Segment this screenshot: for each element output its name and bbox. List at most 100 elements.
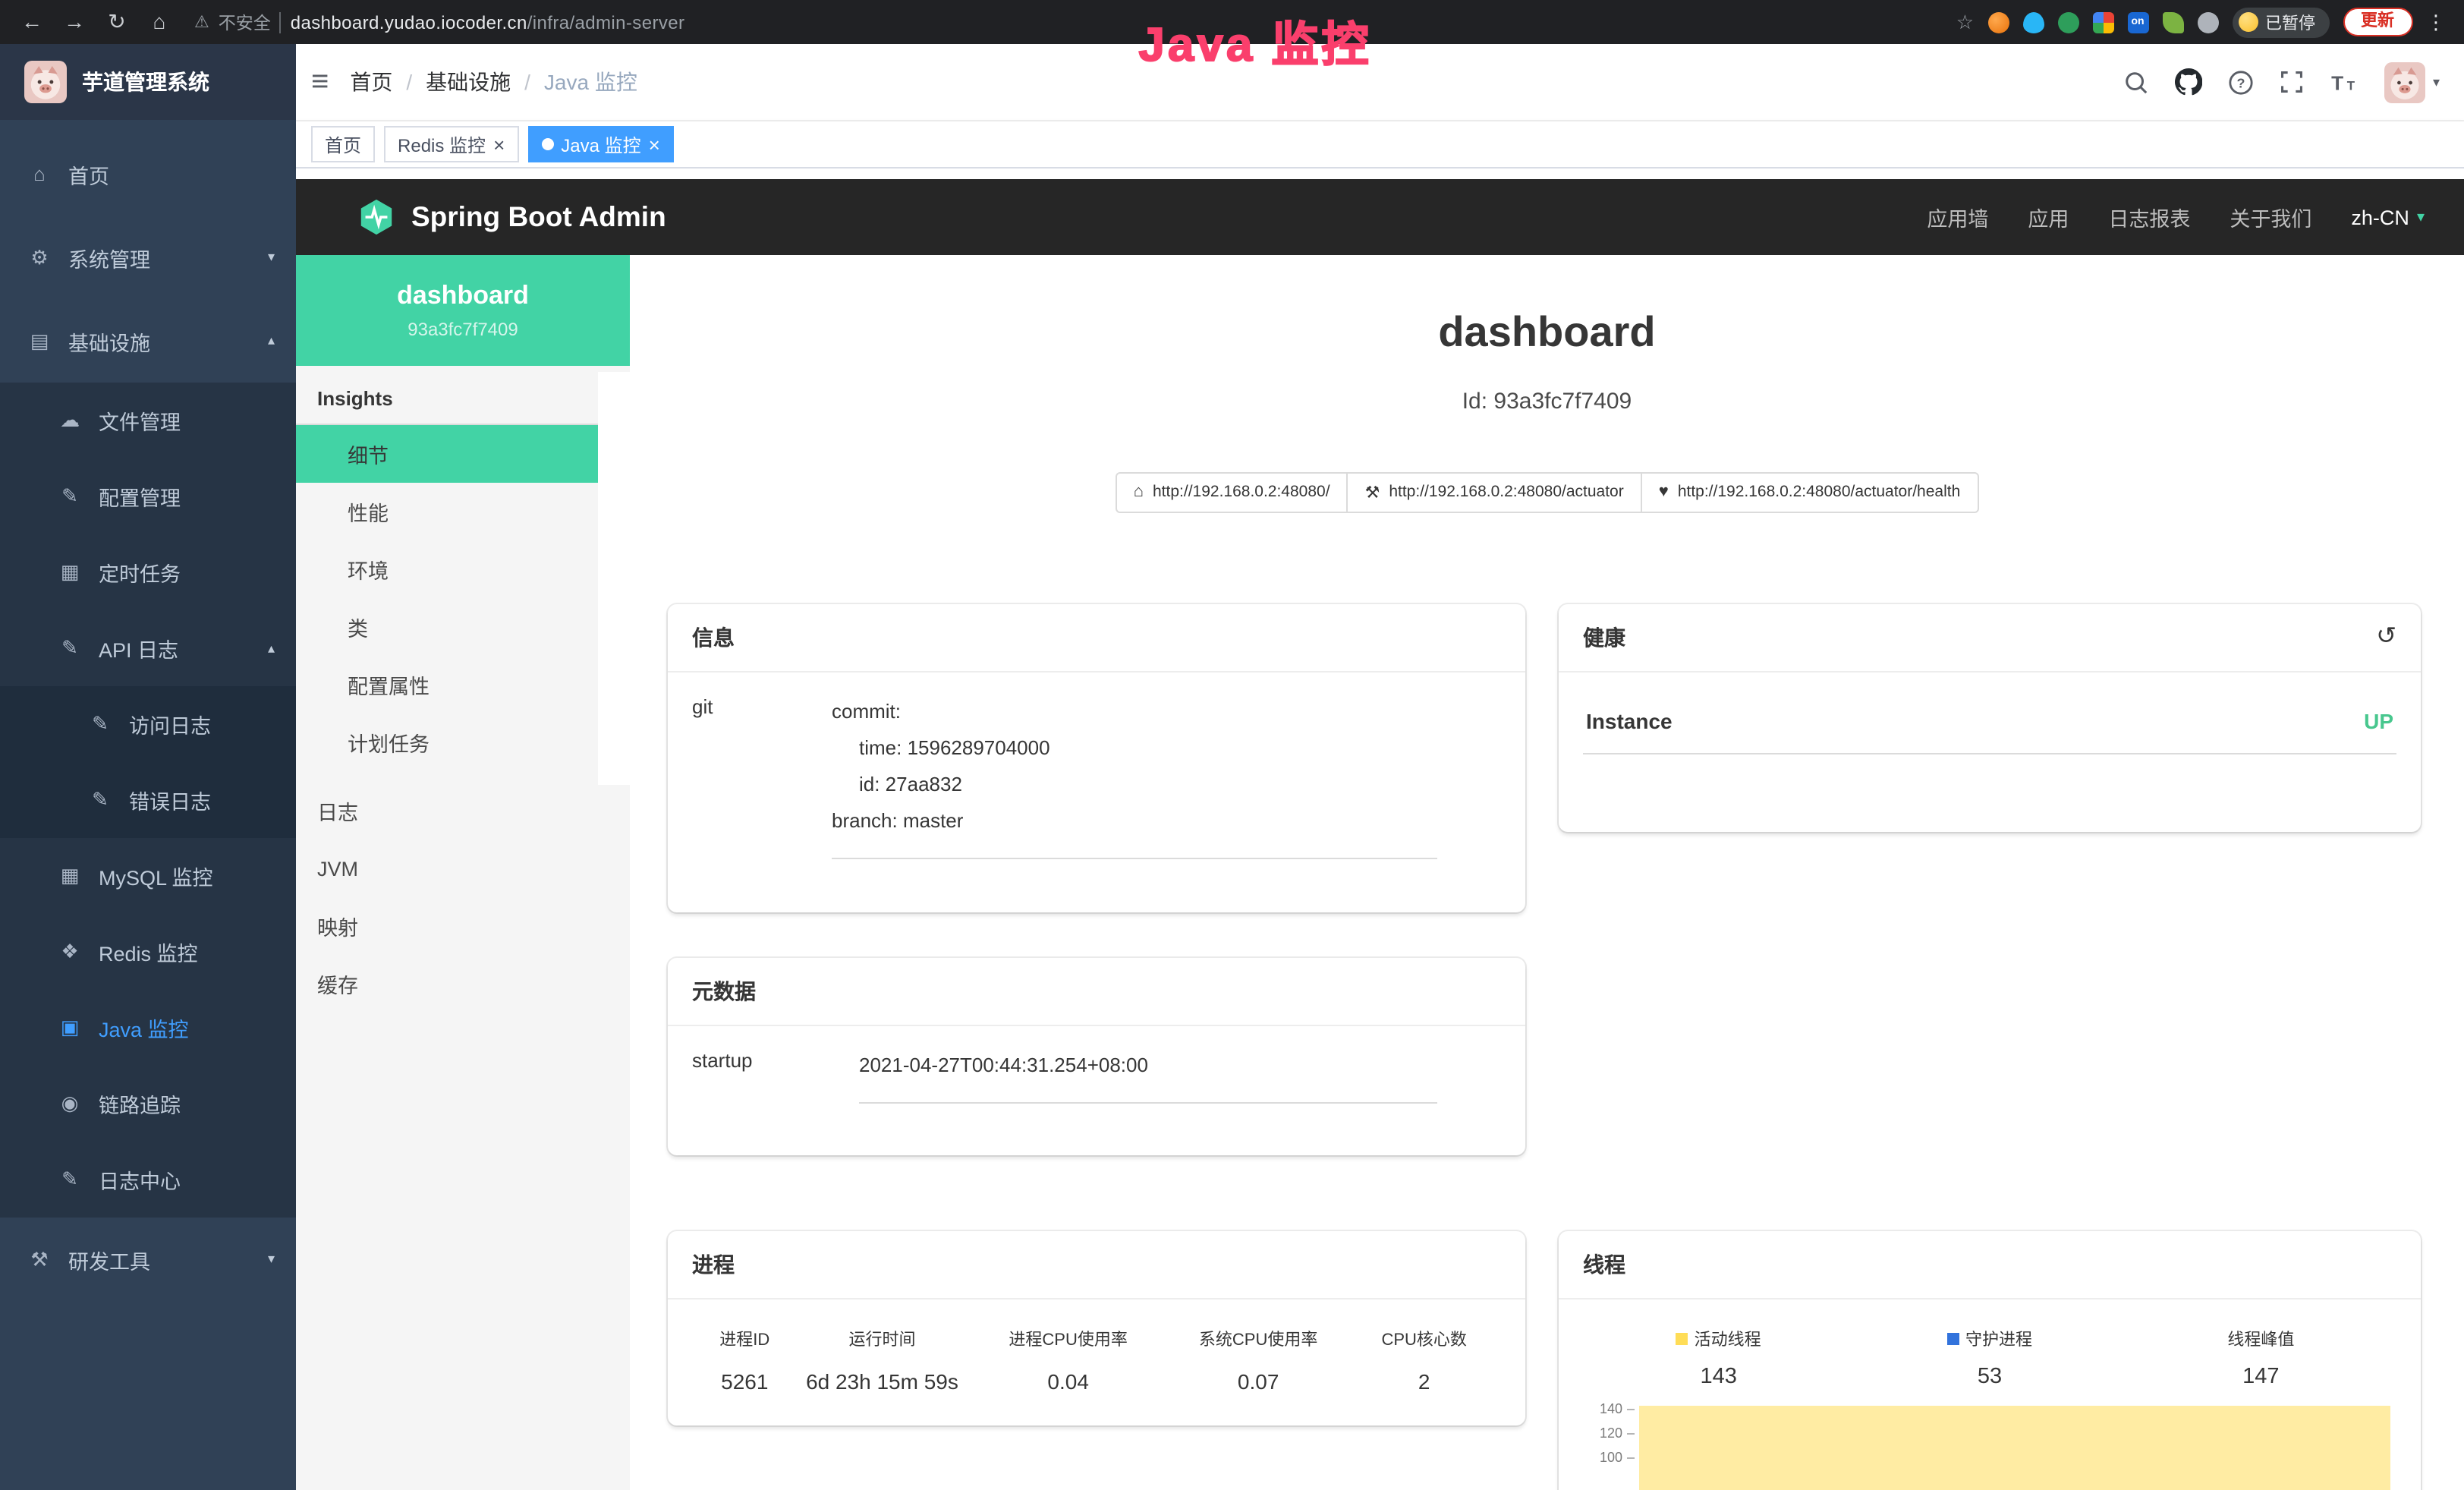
hamburger-icon[interactable]: ≡ — [311, 67, 329, 97]
chrome-menu-button[interactable]: ⋮ — [2426, 10, 2446, 34]
sidebar-item-error-logs[interactable]: ✎ 错误日志 — [0, 762, 296, 838]
sidebar-item-log-center[interactable]: ✎ 日志中心 — [0, 1142, 296, 1218]
github-icon[interactable] — [2175, 68, 2202, 96]
warning-icon: ⚠ — [194, 12, 209, 32]
update-button[interactable]: 更新 — [2343, 8, 2412, 36]
breadcrumb: 首页 / 基础设施 / Java 监控 — [350, 67, 637, 97]
instance-header[interactable]: dashboard 93a3fc7f7409 — [296, 255, 630, 366]
bookmark-star-icon[interactable]: ☆ — [1956, 10, 1974, 34]
extension-icon-1[interactable] — [1987, 11, 2009, 33]
sba-nav-about[interactable]: 关于我们 — [2230, 202, 2311, 232]
sba-frame: Spring Boot Admin 应用墙 应用 日志报表 关于我们 zh-CN… — [296, 169, 2464, 1490]
y-axis-tick: 140 — [1583, 1401, 1622, 1416]
extension-icon-4[interactable] — [2092, 11, 2113, 33]
sidebar-item-system-mgmt[interactable]: ⚙ 系统管理 ▾ — [0, 216, 296, 299]
sba-menu-config-props[interactable]: 配置属性 — [296, 656, 598, 713]
uptime-value: 6d 23h 15m 59s — [798, 1369, 968, 1394]
sba-menu-logs[interactable]: 日志 — [296, 782, 630, 840]
divider — [280, 11, 282, 33]
sba-nav-log-report[interactable]: 日志报表 — [2108, 202, 2190, 232]
sba-menu-mappings[interactable]: 映射 — [296, 897, 630, 955]
reload-button[interactable]: ↻ — [103, 0, 131, 44]
main-area: ≡ 首页 / 基础设施 / Java 监控 ? — [296, 44, 2464, 1490]
pig-avatar — [2384, 61, 2425, 102]
sidebar-item-api-logs[interactable]: ✎ API 日志 ▴ — [0, 610, 296, 686]
search-icon[interactable] — [2123, 69, 2149, 95]
url-domain: dashboard.yudao.iocoder.cn — [291, 11, 527, 33]
home-button[interactable]: ⌂ — [146, 0, 173, 44]
health-card-title: 健康 — [1583, 622, 1625, 653]
edit-icon: ✎ — [58, 484, 82, 509]
tab-home[interactable]: 首页 — [311, 126, 375, 162]
cards-grid: 信息 git commit: time: 1596289704000 — [630, 604, 2464, 1490]
sba-menu-performance[interactable]: 性能 — [296, 483, 598, 540]
info-card: 信息 git commit: time: 1596289704000 — [668, 604, 1525, 912]
extension-icon-2[interactable] — [2022, 11, 2044, 33]
sba-nav-wallboard[interactable]: 应用墙 — [1927, 202, 1988, 232]
pig-avatar — [24, 61, 67, 103]
url-path: /infra/admin-server — [527, 11, 685, 33]
sidebar-item-access-logs[interactable]: ✎ 访问日志 — [0, 686, 296, 762]
app-window: 芋道管理系统 ⌂ 首页 ⚙ 系统管理 ▾ ▤ 基础设施 ▴ ☁ — [0, 44, 2464, 1490]
extension-icon-6[interactable] — [2162, 11, 2183, 33]
sba-menu-classes[interactable]: 类 — [296, 598, 598, 656]
health-instance-row: Instance UP — [1583, 694, 2396, 754]
sidebar-item-config-mgmt[interactable]: ✎ 配置管理 — [0, 458, 296, 534]
language-selector[interactable]: zh-CN ▾ — [2351, 206, 2425, 228]
breadcrumb-separator: / — [406, 70, 412, 94]
infrastructure-icon: ▤ — [27, 329, 52, 353]
sba-nav-applications[interactable]: 应用 — [2028, 202, 2069, 232]
sidebar-item-tracing[interactable]: ◉ 链路追踪 — [0, 1066, 296, 1142]
extension-icon-7[interactable] — [2197, 11, 2218, 33]
sba-menu-caches[interactable]: 缓存 — [296, 955, 630, 1013]
chevron-up-icon: ▴ — [268, 332, 275, 349]
extension-icon-on[interactable]: on — [2127, 11, 2148, 33]
security-label[interactable]: 不安全 — [219, 10, 271, 34]
user-avatar[interactable]: ▾ — [2384, 61, 2440, 102]
help-icon[interactable]: ? — [2228, 69, 2254, 95]
sba-menu-jvm[interactable]: JVM — [296, 840, 630, 897]
breadcrumb-infrastructure[interactable]: 基础设施 — [426, 67, 511, 97]
spring-boot-admin-logo[interactable] — [357, 197, 396, 237]
instance-link-health[interactable]: ♥ http://192.168.0.2:48080/actuator/heal… — [1641, 472, 1979, 513]
sidebar-item-redis-monitor[interactable]: ❖ Redis 监控 — [0, 914, 296, 990]
sidebar-item-java-monitor[interactable]: ▣ Java 监控 — [0, 990, 296, 1066]
paused-chip[interactable]: 已暂停 — [2232, 7, 2329, 37]
breadcrumb-home[interactable]: 首页 — [350, 67, 392, 97]
sidebar-item-scheduled-tasks[interactable]: ▦ 定时任务 — [0, 534, 296, 610]
url-text[interactable]: dashboard.yudao.iocoder.cn/infra/admin-s… — [291, 11, 685, 33]
sba-menu-environment[interactable]: 环境 — [296, 540, 598, 598]
sidebar-item-infrastructure[interactable]: ▤ 基础设施 ▴ — [0, 299, 296, 383]
sidebar-item-file-mgmt[interactable]: ☁ 文件管理 — [0, 383, 296, 458]
sidebar-item-dev-tools[interactable]: ⚒ 研发工具 ▾ — [0, 1218, 296, 1301]
daemon-threads-swatch — [1947, 1333, 1959, 1345]
breadcrumb-current: Java 监控 — [544, 67, 637, 97]
home-icon: ⌂ — [1134, 484, 1144, 502]
sba-sidebar-scrollbar[interactable] — [598, 372, 630, 785]
history-icon[interactable]: ↺ — [2376, 625, 2396, 650]
extension-icon-3[interactable] — [2057, 11, 2079, 33]
redis-icon: ❖ — [58, 940, 82, 964]
font-size-icon[interactable]: TT — [2330, 71, 2359, 93]
sba-brand-title[interactable]: Spring Boot Admin — [411, 200, 666, 234]
fullscreen-icon[interactable] — [2280, 70, 2304, 94]
instance-links: ⌂ http://192.168.0.2:48080/ ⚒ http://192… — [630, 472, 2464, 513]
close-icon[interactable]: × — [493, 134, 505, 154]
sidebar-item-home[interactable]: ⌂ 首页 — [0, 132, 296, 216]
instance-link-actuator[interactable]: ⚒ http://192.168.0.2:48080/actuator — [1347, 472, 1642, 513]
instance-link-root[interactable]: ⌂ http://192.168.0.2:48080/ — [1116, 472, 1348, 513]
back-button[interactable]: ← — [18, 0, 46, 44]
app-logo[interactable]: 芋道管理系统 — [0, 44, 296, 120]
tab-java-monitor[interactable]: Java 监控 × — [527, 126, 674, 162]
tab-redis-monitor[interactable]: Redis 监控 × — [384, 126, 518, 162]
list-icon: ▦ — [58, 560, 82, 584]
sidebar-item-mysql-monitor[interactable]: ▦ MySQL 监控 — [0, 838, 296, 914]
sba-menu-scheduled-tasks[interactable]: 计划任务 — [296, 713, 598, 771]
forward-button[interactable]: → — [61, 0, 88, 44]
close-icon[interactable]: × — [649, 134, 660, 154]
chevron-down-icon: ▾ — [2433, 74, 2440, 90]
edit-icon: ✎ — [88, 788, 112, 812]
sba-menu-details[interactable]: 细节 — [296, 425, 598, 483]
screen: ← → ↻ ⌂ ⚠ 不安全 dashboard.yudao.iocoder.cn… — [0, 0, 2464, 1490]
address-bar[interactable]: ⚠ 不安全 dashboard.yudao.iocoder.cn/infra/a… — [194, 10, 684, 34]
